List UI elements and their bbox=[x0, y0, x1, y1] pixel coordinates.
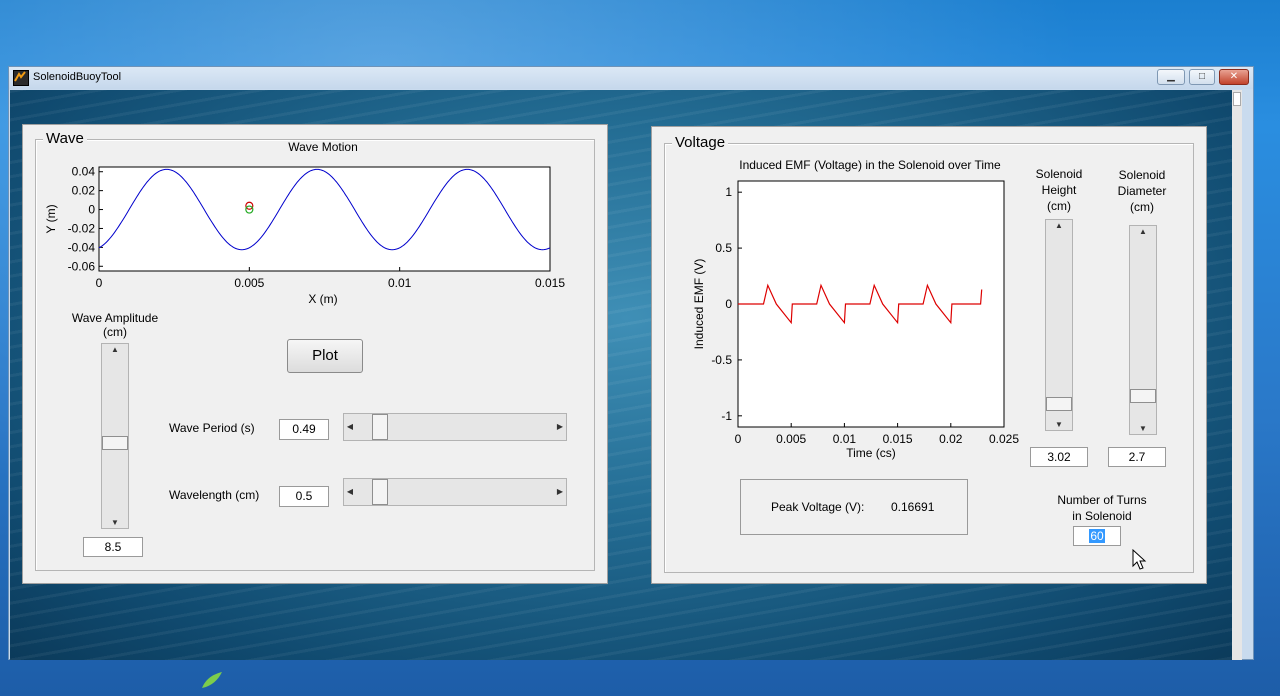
figure-client-area: Wave Wave Motion 0.04 0.02 0 -0.02 -0.04 -0.0… bbox=[10, 90, 1242, 660]
wave-period-slider[interactable]: ◀ ▶ bbox=[343, 413, 567, 441]
solenoid-diameter-label-1: Solenoid bbox=[1118, 168, 1166, 182]
wave-y-tick-label: 0 bbox=[88, 203, 95, 217]
wave-x-tick-label: 0.015 bbox=[535, 276, 565, 290]
wavelength-field[interactable]: 0.5 bbox=[279, 486, 329, 507]
wave-y-tick-label: -0.06 bbox=[68, 259, 96, 273]
wave-period-slider-thumb[interactable] bbox=[372, 414, 389, 440]
slider-up-arrow-icon[interactable]: ▲ bbox=[102, 345, 128, 354]
wave-x-tick-label: 0.01 bbox=[388, 276, 412, 290]
close-icon: ✕ bbox=[1229, 71, 1239, 82]
slider-up-arrow-icon[interactable]: ▲ bbox=[1046, 221, 1072, 230]
wave-period-field[interactable]: 0.49 bbox=[279, 419, 329, 440]
emf-y-tick-label: -0.5 bbox=[711, 353, 732, 367]
wave-y-tick-label: 0.02 bbox=[72, 184, 96, 198]
emf-x-tick-label: 0 bbox=[735, 432, 742, 446]
emf-x-tick-label: 0.01 bbox=[833, 432, 857, 446]
wave-amplitude-label-2: (cm) bbox=[103, 325, 127, 339]
turns-label-2: in Solenoid bbox=[1072, 509, 1132, 523]
plot-button[interactable]: Plot bbox=[287, 339, 363, 373]
solenoid-diameter-field[interactable]: 2.7 bbox=[1108, 447, 1166, 467]
emf-x-tick-label: 0.02 bbox=[939, 432, 963, 446]
peak-voltage-value: 0.16691 bbox=[891, 500, 935, 514]
voltage-panel: Voltage Induced EMF (Voltage) in the Sol… bbox=[651, 126, 1207, 584]
wave-amplitude-slider-thumb[interactable] bbox=[102, 436, 128, 451]
wavelength-label: Wavelength (cm) bbox=[169, 488, 260, 502]
turns-value: 60 bbox=[1089, 529, 1105, 543]
wave-y-tick-label: -0.04 bbox=[68, 240, 96, 254]
wave-x-tick-label: 0.005 bbox=[234, 276, 264, 290]
solenoid-diameter-label-2: Diameter bbox=[1117, 184, 1167, 198]
emf-x-axis-label: Time (cs) bbox=[846, 446, 896, 460]
induced-emf-chart: Induced EMF (Voltage) in the Solenoid ov… bbox=[692, 158, 1019, 460]
wave-y-ticks: 0.04 0.02 0 -0.02 -0.04 -0.06 bbox=[68, 165, 103, 273]
emf-x-tick-label: 0.015 bbox=[883, 432, 913, 446]
wave-plot-area bbox=[98, 166, 551, 272]
leaf-icon bbox=[202, 672, 222, 688]
turns-field[interactable]: 60 bbox=[1073, 526, 1121, 546]
wave-panel: Wave Wave Motion 0.04 0.02 0 -0.02 -0.04 -0.0… bbox=[22, 124, 608, 584]
emf-y-tick-label: -1 bbox=[721, 409, 732, 423]
wave-amplitude-field[interactable]: 8.5 bbox=[83, 537, 143, 557]
emf-y-ticks: 1 0.5 0 -0.5 -1 bbox=[711, 185, 742, 423]
mouse-cursor-icon bbox=[1132, 549, 1147, 570]
wave-x-tick-label: 0 bbox=[96, 276, 103, 290]
app-window: SolenoidBuoyTool ▁ □ ✕ Wave Wave Motion … bbox=[8, 66, 1254, 660]
window-scrollbar-thumb[interactable] bbox=[1233, 92, 1241, 106]
solenoid-diameter-label-3: (cm) bbox=[1130, 200, 1154, 214]
emf-y-axis-label: Induced EMF (V) bbox=[692, 259, 706, 350]
minimize-button[interactable]: ▁ bbox=[1157, 69, 1185, 85]
emf-y-tick-label: 0.5 bbox=[715, 241, 732, 255]
slider-down-arrow-icon[interactable]: ▼ bbox=[1130, 424, 1156, 433]
slider-right-arrow-icon[interactable]: ▶ bbox=[555, 487, 565, 496]
close-button[interactable]: ✕ bbox=[1219, 69, 1249, 85]
slider-left-arrow-icon[interactable]: ◀ bbox=[345, 422, 355, 431]
window-scrollbar[interactable] bbox=[1232, 90, 1242, 660]
solenoid-diameter-slider-thumb[interactable] bbox=[1130, 389, 1156, 404]
wave-y-tick-label: 0.04 bbox=[72, 165, 96, 179]
minimize-icon: ▁ bbox=[1167, 71, 1175, 82]
wavelength-slider[interactable]: ◀ ▶ bbox=[343, 478, 567, 506]
maximize-button[interactable]: □ bbox=[1189, 69, 1215, 85]
slider-up-arrow-icon[interactable]: ▲ bbox=[1130, 227, 1156, 236]
wave-amplitude-slider[interactable]: ▲ ▼ bbox=[101, 343, 129, 529]
peak-voltage-box: Peak Voltage (V): 0.16691 bbox=[740, 479, 968, 535]
wave-y-tick-label: -0.02 bbox=[68, 221, 96, 235]
slider-right-arrow-icon[interactable]: ▶ bbox=[555, 422, 565, 431]
wave-amplitude-label-1: Wave Amplitude bbox=[71, 311, 159, 325]
solenoid-height-label-2: Height bbox=[1041, 183, 1077, 197]
emf-x-tick-label: 0.005 bbox=[776, 432, 806, 446]
wave-y-axis-label: Y (m) bbox=[44, 204, 58, 233]
peak-voltage-label: Peak Voltage (V): bbox=[771, 500, 865, 514]
maximize-icon: □ bbox=[1198, 71, 1206, 82]
slider-down-arrow-icon[interactable]: ▼ bbox=[102, 518, 128, 527]
solenoid-height-slider[interactable]: ▲ ▼ bbox=[1045, 219, 1073, 431]
solenoid-height-slider-thumb[interactable] bbox=[1046, 396, 1072, 411]
window-title: SolenoidBuoyTool bbox=[33, 71, 122, 83]
emf-y-tick-label: 1 bbox=[725, 185, 732, 199]
title-bar[interactable]: SolenoidBuoyTool ▁ □ ✕ bbox=[9, 67, 1253, 89]
wavelength-slider-thumb[interactable] bbox=[372, 479, 389, 505]
solenoid-height-label-1: Solenoid bbox=[1035, 167, 1083, 181]
emf-y-tick-label: 0 bbox=[725, 297, 732, 311]
emf-x-tick-label: 0.025 bbox=[989, 432, 1019, 446]
emf-chart-title: Induced EMF (Voltage) in the Solenoid ov… bbox=[739, 158, 1001, 172]
wave-motion-chart: Wave Motion 0.040.020-0.02-0.04-0.06 0 0.… bbox=[44, 140, 565, 306]
wave-chart-title: Wave Motion bbox=[288, 140, 358, 154]
turns-label-1: Number of Turns bbox=[1057, 493, 1147, 507]
matlab-icon bbox=[13, 70, 29, 86]
solenoid-diameter-slider[interactable]: ▲ ▼ bbox=[1129, 225, 1157, 435]
wave-period-label: Wave Period (s) bbox=[169, 421, 255, 435]
slider-left-arrow-icon[interactable]: ◀ bbox=[345, 487, 355, 496]
solenoid-height-field[interactable]: 3.02 bbox=[1030, 447, 1088, 467]
wave-x-axis-label: X (m) bbox=[308, 292, 337, 306]
solenoid-height-label-3: (cm) bbox=[1047, 199, 1071, 213]
slider-down-arrow-icon[interactable]: ▼ bbox=[1046, 420, 1072, 429]
